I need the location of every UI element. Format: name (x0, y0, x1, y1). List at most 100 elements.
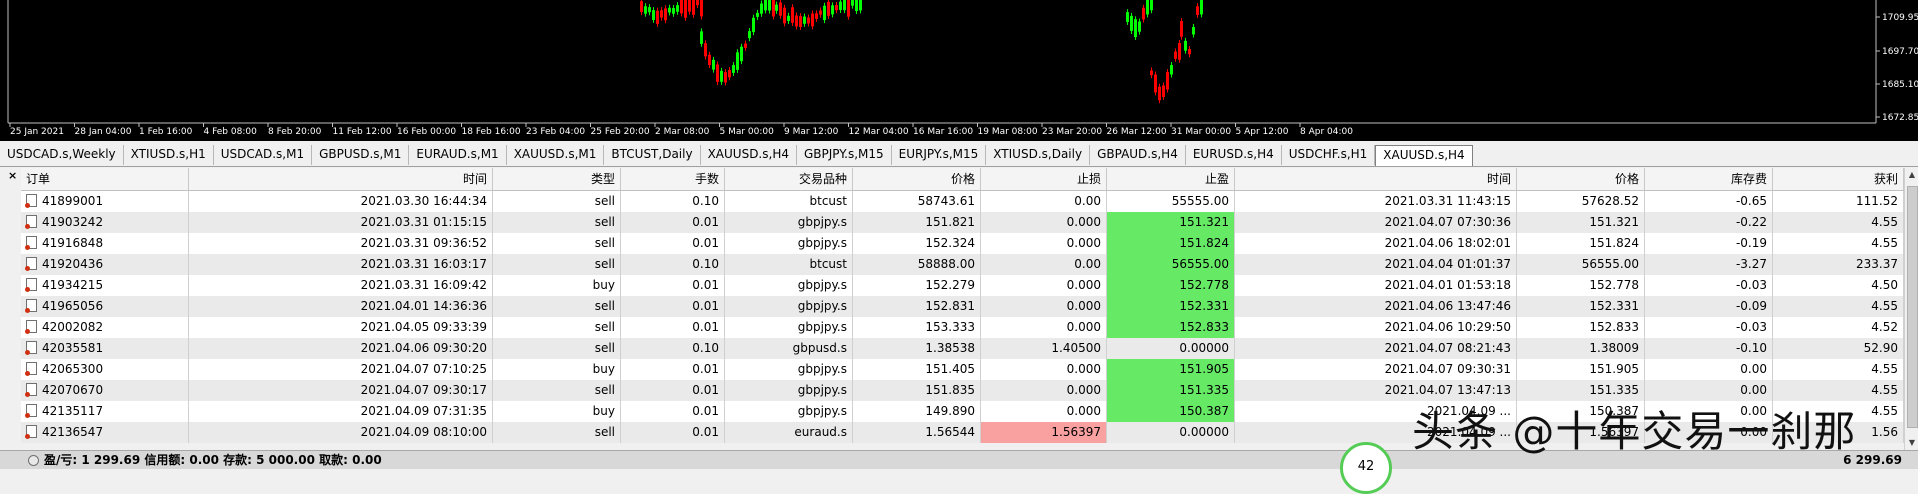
column-header[interactable]: 类型 (493, 168, 621, 190)
candle-body (1180, 21, 1183, 37)
candle-body (819, 10, 822, 15)
column-header[interactable]: 止损 (981, 168, 1107, 190)
table-row[interactable]: 41903242 2021.03.31 01:15:15 sell 0.01 gbpjp… (21, 212, 1904, 233)
candle-body (831, 5, 834, 15)
table-cell: 152.279 (853, 275, 981, 296)
x-axis-label: 8 Apr 04:00 (1300, 127, 1353, 137)
scroll-up-icon[interactable]: ▲ (1905, 168, 1918, 182)
table-row[interactable]: 42070670 2021.04.07 09:30:17 sell 0.01 gbpjp… (21, 380, 1904, 401)
table-row[interactable]: 41916848 2021.03.31 09:36:52 sell 0.01 gbpjp… (21, 233, 1904, 254)
table-row[interactable]: 42136547 2021.04.09 08:10:00 sell 0.01 eurau… (21, 422, 1904, 443)
table-cell: 41916848 (21, 233, 189, 254)
table-row[interactable]: 42065300 2021.04.07 07:10:25 buy 0.01 gbpjpy… (21, 359, 1904, 380)
column-header[interactable]: 交易品种 (725, 168, 853, 190)
table-cell: sell (493, 233, 621, 254)
table-cell: 0.10 (621, 191, 725, 212)
chart-tab[interactable]: EURJPY.s,M15 (892, 145, 987, 165)
candlestick-chart[interactable]: 25 Jan 2021 28 Jan 04:00 1 Feb 16:00 4 Feb … (0, 0, 1918, 141)
candle-body (791, 7, 794, 23)
chart-tab[interactable]: EURAUD.s,M1 (409, 145, 507, 165)
chart-tab[interactable]: BTCUST,Daily (604, 145, 701, 165)
table-cell: 58743.61 (853, 191, 981, 212)
table-cell: 2021.03.31 16:09:42 (189, 275, 493, 296)
chart-tab[interactable]: XTIUSD.s,Daily (986, 145, 1091, 165)
table-row[interactable]: 42035581 2021.04.06 09:30:20 sell 0.10 gbpus… (21, 338, 1904, 359)
candle-body (1126, 12, 1129, 22)
candle-body (779, 2, 782, 16)
column-header[interactable]: 止盈 (1107, 168, 1235, 190)
candle-body (799, 16, 802, 27)
column-header[interactable]: 价格 (853, 168, 981, 190)
close-icon[interactable]: × (8, 169, 17, 182)
table-cell: gbpjpy.s (725, 275, 853, 296)
order-icon (25, 278, 37, 292)
scroll-down-icon[interactable]: ▼ (1905, 436, 1918, 450)
column-header[interactable]: 库存费 (1645, 168, 1773, 190)
scroll-thumb[interactable] (1907, 186, 1918, 428)
table-row[interactable]: 41934215 2021.03.31 16:09:42 buy 0.01 gbpjpy… (21, 275, 1904, 296)
column-header[interactable]: 价格 (1517, 168, 1645, 190)
candle-body (775, 4, 778, 11)
chart-tab[interactable]: XAUUSD.s,H4 (701, 145, 797, 165)
column-header[interactable]: 获利 (1773, 168, 1904, 190)
x-axis-label: 25 Feb 20:00 (591, 127, 650, 137)
order-icon (25, 320, 37, 334)
column-header[interactable]: 手数 (621, 168, 725, 190)
table-row[interactable]: 41920436 2021.03.31 16:03:17 sell 0.10 btcus… (21, 254, 1904, 275)
table-cell: 0.000 (981, 275, 1107, 296)
candle-body (732, 65, 735, 73)
order-icon (25, 383, 37, 397)
vertical-scrollbar[interactable]: ▲ ▼ (1904, 168, 1918, 450)
table-row[interactable]: 41965056 2021.04.01 14:36:36 sell 0.01 gbpjp… (21, 296, 1904, 317)
candle-body (835, 5, 838, 11)
notification-bubble[interactable]: 42 (1340, 442, 1392, 494)
order-number: 42035581 (42, 341, 104, 355)
table-cell: 41934215 (21, 275, 189, 296)
candle-body (843, 0, 846, 11)
order-icon (25, 257, 37, 271)
price-chart[interactable]: 25 Jan 2021 28 Jan 04:00 1 Feb 16:00 4 Feb … (0, 0, 1918, 141)
table-row[interactable]: 41899001 2021.03.30 16:44:34 sell 0.10 btcus… (21, 191, 1904, 212)
table-cell: sell (493, 338, 621, 359)
order-icon (25, 341, 37, 355)
order-icon (25, 194, 37, 208)
table-cell: 42135117 (21, 401, 189, 422)
chart-tab[interactable]: GBPJPY.s,M15 (797, 145, 892, 165)
table-cell: 2021.03.30 16:44:34 (189, 191, 493, 212)
x-axis-label: 31 Mar 00:00 (1171, 127, 1231, 137)
x-axis-label: 8 Feb 20:00 (268, 127, 322, 137)
chart-tab[interactable]: XTIUSD.s,H1 (124, 145, 214, 165)
chart-tab[interactable]: EURUSD.s,H4 (1186, 145, 1282, 165)
table-cell: -0.19 (1645, 233, 1773, 254)
table-row[interactable]: 42135117 2021.04.09 07:31:35 buy 0.01 gbpjpy… (21, 401, 1904, 422)
table-cell: 2021.04.07 08:21:43 (1235, 338, 1517, 359)
table-cell: 151.405 (853, 359, 981, 380)
chart-tab[interactable]: GBPUSD.s,M1 (312, 145, 410, 165)
table-cell: 2021.04.07 09:30:31 (1235, 359, 1517, 380)
table-row[interactable]: 42002082 2021.04.05 09:33:39 sell 0.01 gbpjp… (21, 317, 1904, 338)
chart-tab[interactable]: USDCHF.s,H1 (1282, 145, 1376, 165)
chart-tab[interactable]: USDCAD.s,Weekly (0, 145, 124, 165)
table-cell: gbpjpy.s (725, 359, 853, 380)
order-icon (25, 404, 37, 418)
x-axis-label: 2 Mar 08:00 (655, 127, 710, 137)
chart-tab[interactable]: USDCAD.s,M1 (214, 145, 313, 165)
table-cell: buy (493, 359, 621, 380)
order-number: 42070670 (42, 383, 104, 397)
candle-body (700, 31, 703, 44)
order-number: 42135117 (42, 404, 104, 418)
table-cell: 0.01 (621, 212, 725, 233)
table-cell: 4.50 (1773, 275, 1904, 296)
table-cell: 0.00000 (1107, 422, 1235, 443)
column-header[interactable]: 时间 (189, 168, 493, 190)
chart-tab[interactable]: XAUUSD.s,M1 (507, 145, 605, 165)
candle-body (724, 72, 727, 83)
chart-tab[interactable]: XAUUSD.s,H4 (1375, 145, 1473, 166)
table-cell: -0.65 (1645, 191, 1773, 212)
column-header[interactable]: 订单 (21, 168, 189, 190)
candle-body (803, 16, 806, 24)
candle-body (1174, 51, 1177, 59)
chart-tab[interactable]: GBPAUD.s,H4 (1090, 145, 1186, 165)
table-cell: gbpjpy.s (725, 380, 853, 401)
column-header[interactable]: 时间 (1235, 168, 1517, 190)
